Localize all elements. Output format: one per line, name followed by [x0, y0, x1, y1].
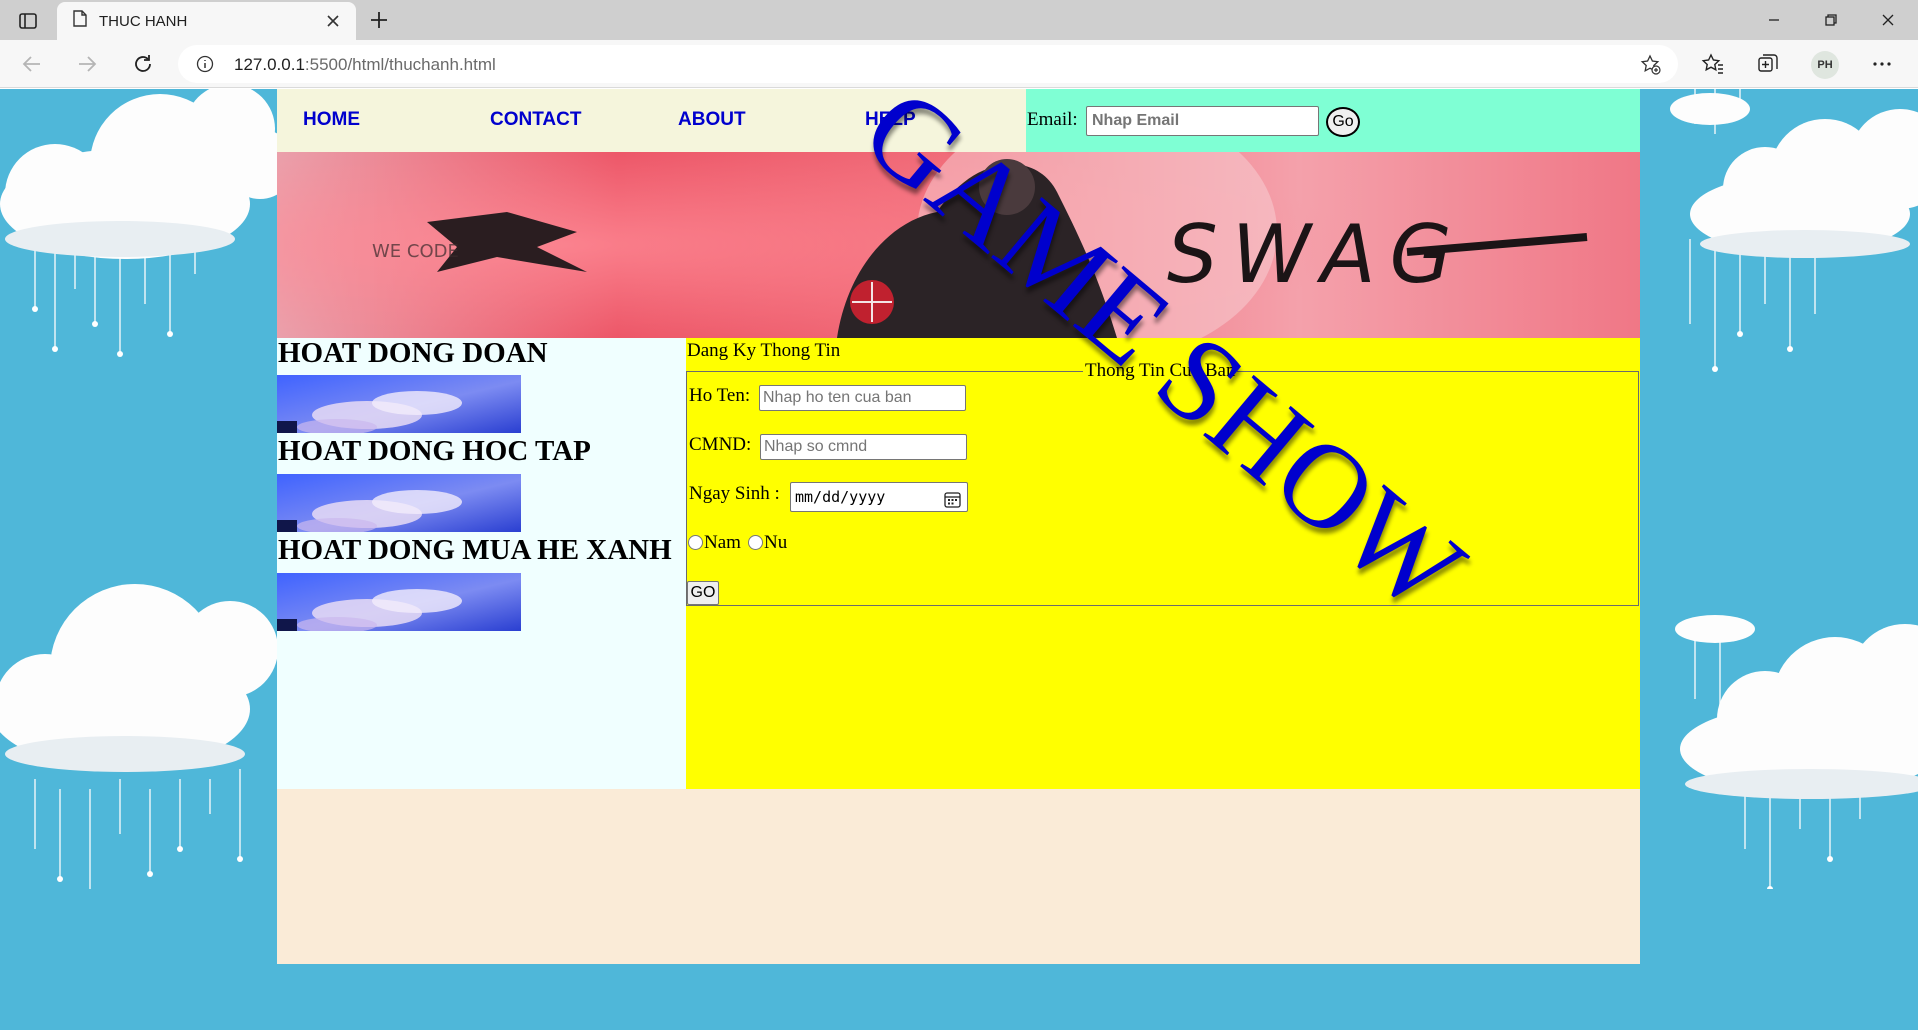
sky-image	[277, 573, 521, 631]
name-label: Ho Ten:	[689, 385, 751, 406]
page-viewport: HOME CONTACT ABOUT HELP Email: Go	[0, 89, 1918, 1030]
url-text[interactable]: 127.0.0.1:5500/html/thuchanh.html	[234, 55, 496, 75]
clouds-left-icon	[0, 89, 277, 889]
sidebar: HOAT DONG DOAN HOAT DONG HOC TAP HOAT DO…	[277, 337, 686, 789]
browser-tab-bar: THUC HANH	[0, 0, 1918, 40]
new-tab-icon[interactable]	[368, 9, 390, 31]
restore-icon[interactable]	[1821, 10, 1841, 30]
add-favorite-icon[interactable]	[1640, 54, 1662, 76]
sidebar-title-doan: HOAT DONG DOAN	[278, 337, 548, 369]
page-icon	[73, 10, 87, 32]
gender-male-label: Nam	[704, 532, 741, 553]
back-arrow-icon[interactable]	[20, 52, 44, 76]
email-go-button[interactable]: Go	[1326, 107, 1360, 137]
banner-small-text: WE CODE	[372, 241, 459, 262]
refresh-icon[interactable]	[131, 52, 155, 76]
browser-toolbar: 127.0.0.1:5500/html/thuchanh.html	[0, 40, 1918, 88]
site-info-icon[interactable]	[196, 55, 214, 73]
name-input[interactable]	[759, 385, 966, 411]
email-bar: Email: Go	[1026, 89, 1640, 152]
footer-area	[277, 789, 1640, 964]
more-menu-icon[interactable]	[1870, 52, 1894, 76]
dob-date-input[interactable]: mm/dd/yyyy	[790, 482, 968, 512]
email-label: Email:	[1027, 109, 1078, 130]
url-host: 127.0.0.1	[234, 55, 305, 74]
favorites-icon[interactable]	[1701, 52, 1725, 76]
nav-contact-link[interactable]: CONTACT	[490, 109, 581, 131]
sidebar-title-mua-he-xanh: HOAT DONG MUA HE XANH	[278, 534, 672, 566]
nav-about-link[interactable]: ABOUT	[678, 109, 746, 131]
close-tab-icon[interactable]	[324, 12, 342, 30]
gender-female-label: Nu	[764, 532, 788, 553]
close-window-icon[interactable]	[1878, 10, 1898, 30]
clouds-right-icon	[1670, 89, 1918, 889]
collections-icon[interactable]	[1756, 52, 1780, 76]
address-bar[interactable]: 127.0.0.1:5500/html/thuchanh.html	[178, 45, 1678, 83]
page-container: HOME CONTACT ABOUT HELP Email: Go	[277, 89, 1640, 964]
minimize-icon[interactable]	[1764, 10, 1784, 30]
gender-male-radio[interactable]	[688, 535, 703, 550]
id-label: CMND:	[689, 434, 752, 455]
sidebar-title-hoc-tap: HOAT DONG HOC TAP	[278, 435, 591, 467]
dob-placeholder: mm/dd/yyyy	[795, 488, 886, 506]
tab-title: THUC HANH	[99, 12, 188, 30]
url-path: :5500/html/thuchanh.html	[304, 55, 496, 74]
profile-avatar[interactable]: PH	[1811, 51, 1839, 79]
id-input[interactable]	[760, 434, 967, 460]
submit-go-button[interactable]: GO	[687, 581, 719, 605]
forward-arrow-icon[interactable]	[75, 52, 99, 76]
dob-label: Ngay Sinh :	[689, 483, 780, 504]
nav-home-link[interactable]: HOME	[303, 109, 360, 131]
tab-actions-icon[interactable]	[14, 9, 42, 33]
sky-image	[277, 474, 521, 532]
email-input[interactable]	[1086, 106, 1319, 136]
gender-female-radio[interactable]	[748, 535, 763, 550]
form-heading: Dang Ky Thong Tin	[687, 340, 841, 361]
sky-image	[277, 375, 521, 433]
calendar-icon[interactable]	[944, 489, 961, 508]
browser-tab[interactable]: THUC HANH	[57, 2, 356, 40]
